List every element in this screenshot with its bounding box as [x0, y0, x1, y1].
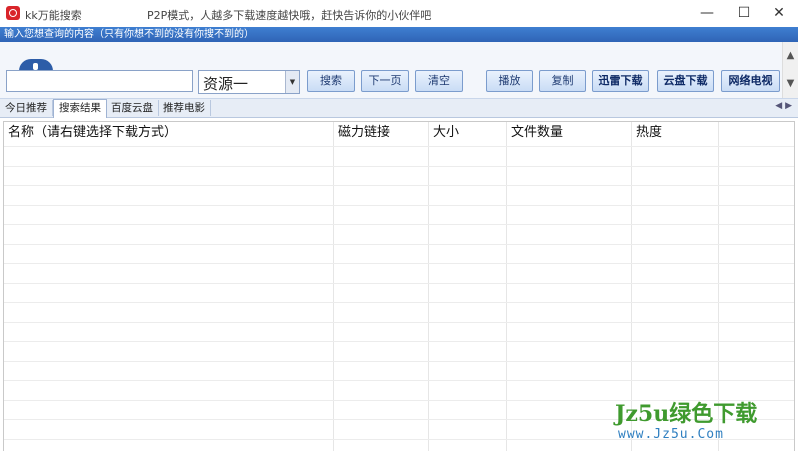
grid-row-line [4, 224, 794, 225]
grid-row-line [4, 361, 794, 362]
next-page-button[interactable]: 下一页 [361, 70, 409, 92]
grid-divider [333, 122, 334, 451]
xunlei-download-button[interactable]: 迅雷下载 [592, 70, 649, 92]
grid-row-line [4, 244, 794, 245]
tab-scroll-arrows[interactable]: ◀ ▶ [775, 101, 792, 111]
tab-bar: 今日推荐 搜索结果 百度云盘 推荐电影 ◀ ▶ [0, 99, 798, 118]
grid-row-line [4, 380, 794, 381]
grid-row-line [4, 341, 794, 342]
toolbar-scrollbar[interactable]: ▲ ▼ [782, 42, 798, 98]
copy-button[interactable]: 复制 [539, 70, 586, 92]
tab-recommend-movies[interactable]: 推荐电影 [158, 100, 211, 116]
table-header: 名称（请右键选择下载方式） 磁力链接 大小 文件数量 热度 [4, 122, 794, 146]
col-size[interactable]: 大小 [429, 122, 507, 146]
close-button[interactable]: ✕ [762, 0, 796, 27]
grid-row-line [4, 263, 794, 264]
net-tv-button[interactable]: 网络电视 [721, 70, 780, 92]
search-input[interactable] [6, 70, 193, 92]
minimize-button[interactable]: — [690, 0, 724, 27]
grid-row-line [4, 185, 794, 186]
dropdown-arrow-icon[interactable]: ▼ [285, 71, 299, 93]
play-button[interactable]: 播放 [486, 70, 533, 92]
search-button[interactable]: 搜索 [307, 70, 355, 92]
watermark-main: Jz5u绿色下载 [615, 401, 758, 427]
window-title: kk万能搜索 [25, 9, 82, 22]
grid-row-line [4, 166, 794, 167]
title-bar: kk万能搜索 P2P模式，人越多下载速度越快哦，赶快告诉你的小伙伴吧 — ☐ ✕ [0, 0, 798, 27]
source-select[interactable]: 资源一 ▼ [198, 70, 300, 94]
col-heat[interactable]: 热度 [632, 122, 719, 146]
maximize-button[interactable]: ☐ [727, 0, 761, 27]
grid-row-line [4, 146, 794, 147]
clear-button[interactable]: 清空 [415, 70, 463, 92]
site-watermark: Jz5u绿色下载 www.Jz5u.Com [615, 396, 795, 448]
cloud-download-button[interactable]: 云盘下载 [657, 70, 714, 92]
tab-today-recommend[interactable]: 今日推荐 [0, 100, 53, 116]
col-name[interactable]: 名称（请右键选择下载方式） [4, 122, 334, 146]
grid-divider [506, 122, 507, 451]
source-select-value: 资源一 [203, 75, 249, 93]
grid-row-line [4, 322, 794, 323]
app-icon [6, 6, 20, 20]
search-hint: 输入您想查询的内容（只有你想不到的没有你搜不到的） [0, 27, 798, 42]
col-file-count[interactable]: 文件数量 [507, 122, 632, 146]
grid-row-line [4, 205, 794, 206]
window-slogan: P2P模式，人越多下载速度越快哦，赶快告诉你的小伙伴吧 [147, 9, 432, 22]
col-magnet[interactable]: 磁力链接 [334, 122, 429, 146]
scroll-down-icon[interactable]: ▼ [783, 70, 798, 98]
grid-divider [428, 122, 429, 451]
grid-row-line [4, 283, 794, 284]
scroll-up-icon[interactable]: ▲ [783, 42, 798, 70]
watermark-url: www.Jz5u.Com [618, 427, 724, 442]
tab-search-results[interactable]: 搜索结果 [53, 99, 107, 118]
tab-baidu-cloud[interactable]: 百度云盘 [106, 100, 159, 116]
grid-row-line [4, 302, 794, 303]
